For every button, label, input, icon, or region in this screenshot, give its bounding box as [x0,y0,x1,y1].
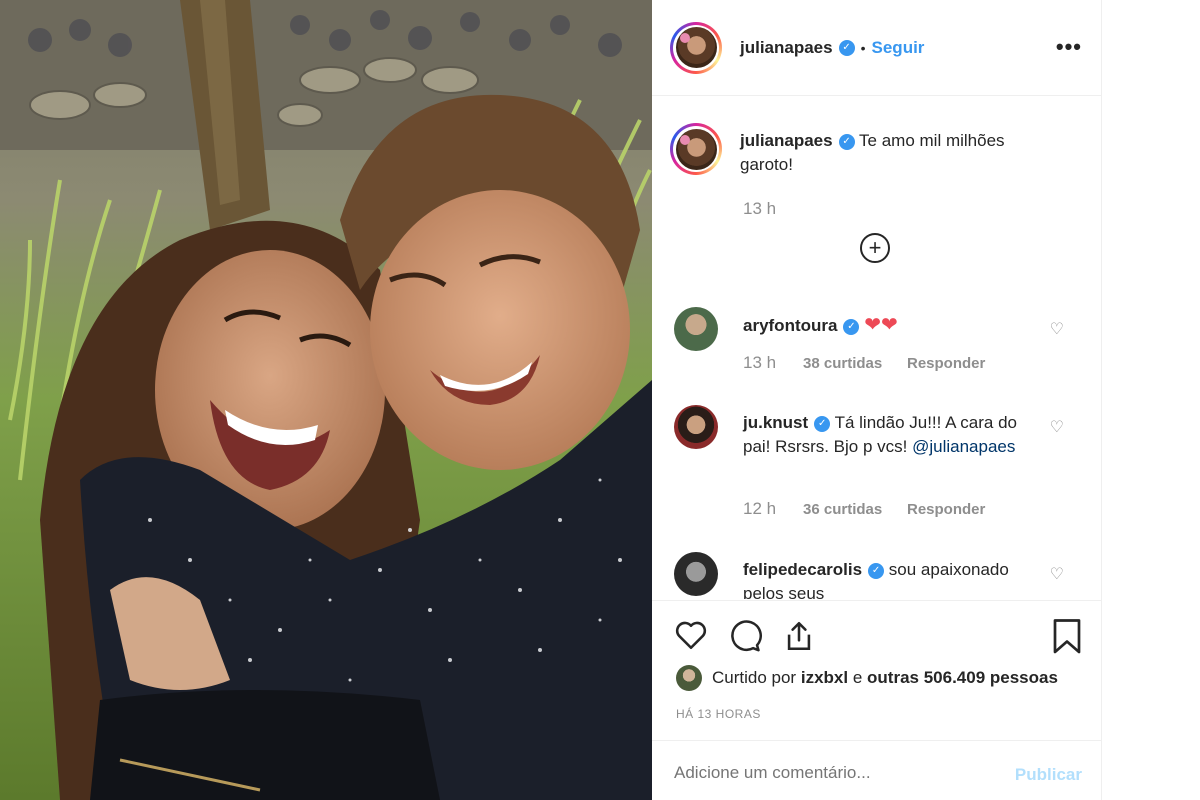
plus-circle-icon[interactable]: + [860,233,890,263]
commenter-avatar[interactable] [674,552,718,596]
comment-meta: 13 h 38 curtidas Responder [743,353,985,373]
liked-by-count[interactable]: outras 506.409 pessoas [867,668,1058,688]
like-comment-heart-icon[interactable]: ♡ [1050,564,1064,584]
comment-item: aryfontoura ✓ ❤❤ ♡ 13 h 38 curtidas Respo… [674,307,1084,387]
author-avatar[interactable] [670,21,722,74]
comment-mention-link[interactable]: @julianapaes [912,437,1015,456]
follow-button[interactable]: Seguir [872,38,925,58]
comment-item: ju.knust ✓ Tá lindão Ju!!! A cara do pai!… [674,405,1084,535]
comment-time: 13 h [743,353,777,372]
comment-body: felipedecarolis ✓ sou apaixonado pelos se… [743,558,1033,599]
caption-avatar[interactable] [670,123,722,175]
commenter-username[interactable]: felipedecarolis [743,560,862,579]
verified-badge-icon: ✓ [868,562,885,579]
post-details-panel: julianapaes ✓ • Seguir ••• julianapaes ✓ … [652,0,1102,800]
post-actions: Curtido por izxbxl e outras 506.409 pess… [652,600,1102,740]
liked-by-middle: e [852,668,863,687]
comment-emoji: ❤❤ [864,314,898,336]
publish-button[interactable]: Publicar [1015,765,1082,785]
post-photo[interactable] [0,0,652,800]
liked-by: Curtido por izxbxl e outras 506.409 pess… [676,665,1058,691]
liked-by-user[interactable]: izxbxl [801,668,848,688]
caption-text-block: julianapaes ✓ Te amo mil milhões garoto! [740,129,1050,177]
add-comment-bar: Publicar [652,740,1102,800]
liked-by-prefix: Curtido por [712,668,797,687]
comment-likes[interactable]: 36 curtidas [803,501,907,518]
like-comment-heart-icon[interactable]: ♡ [1050,417,1064,437]
verified-badge-icon: ✓ [838,39,855,56]
reply-button[interactable]: Responder [907,355,985,372]
author-username[interactable]: julianapaes [740,38,833,58]
comments-section[interactable]: julianapaes ✓ Te amo mil milhões garoto! … [652,97,1102,599]
header-separator: • [860,39,866,56]
verified-badge-icon: ✓ [838,133,855,150]
reply-button[interactable]: Responder [907,501,985,518]
comment-icon[interactable] [728,619,762,653]
commenter-username[interactable]: ju.knust [743,413,808,432]
verified-badge-icon: ✓ [843,318,860,335]
more-options-icon[interactable]: ••• [1056,34,1082,60]
heart-icon[interactable] [674,619,708,651]
comment-input[interactable] [674,763,994,783]
caption-username[interactable]: julianapaes [740,131,833,150]
comment-meta: 12 h 36 curtidas Responder [743,499,985,519]
post-caption: julianapaes ✓ Te amo mil milhões garoto! [670,123,1090,177]
commenter-avatar[interactable] [674,405,718,449]
post-timestamp[interactable]: HÁ 13 HORAS [676,707,761,721]
post-header: julianapaes ✓ • Seguir ••• [652,0,1102,96]
page-margin [1102,0,1200,800]
caption-avatar-image [675,128,717,170]
caption-time: 13 h [743,199,777,218]
share-icon[interactable] [782,619,816,653]
commenter-avatar[interactable] [674,307,718,351]
verified-badge-icon: ✓ [814,415,831,432]
commenter-username[interactable]: aryfontoura [743,316,837,335]
comment-body: ju.knust ✓ Tá lindão Ju!!! A cara do pai!… [743,411,1033,459]
comment-item: felipedecarolis ✓ sou apaixonado pelos se… [674,552,1084,599]
comment-body: aryfontoura ✓ ❤❤ [743,313,1033,338]
bookmark-icon[interactable] [1052,619,1082,655]
comment-time: 12 h [743,499,777,518]
author-avatar-image [675,27,717,68]
like-comment-heart-icon[interactable]: ♡ [1050,319,1064,339]
post-photo-illustration [0,0,652,800]
liker-avatar[interactable] [676,665,702,691]
comment-likes[interactable]: 38 curtidas [803,355,907,372]
